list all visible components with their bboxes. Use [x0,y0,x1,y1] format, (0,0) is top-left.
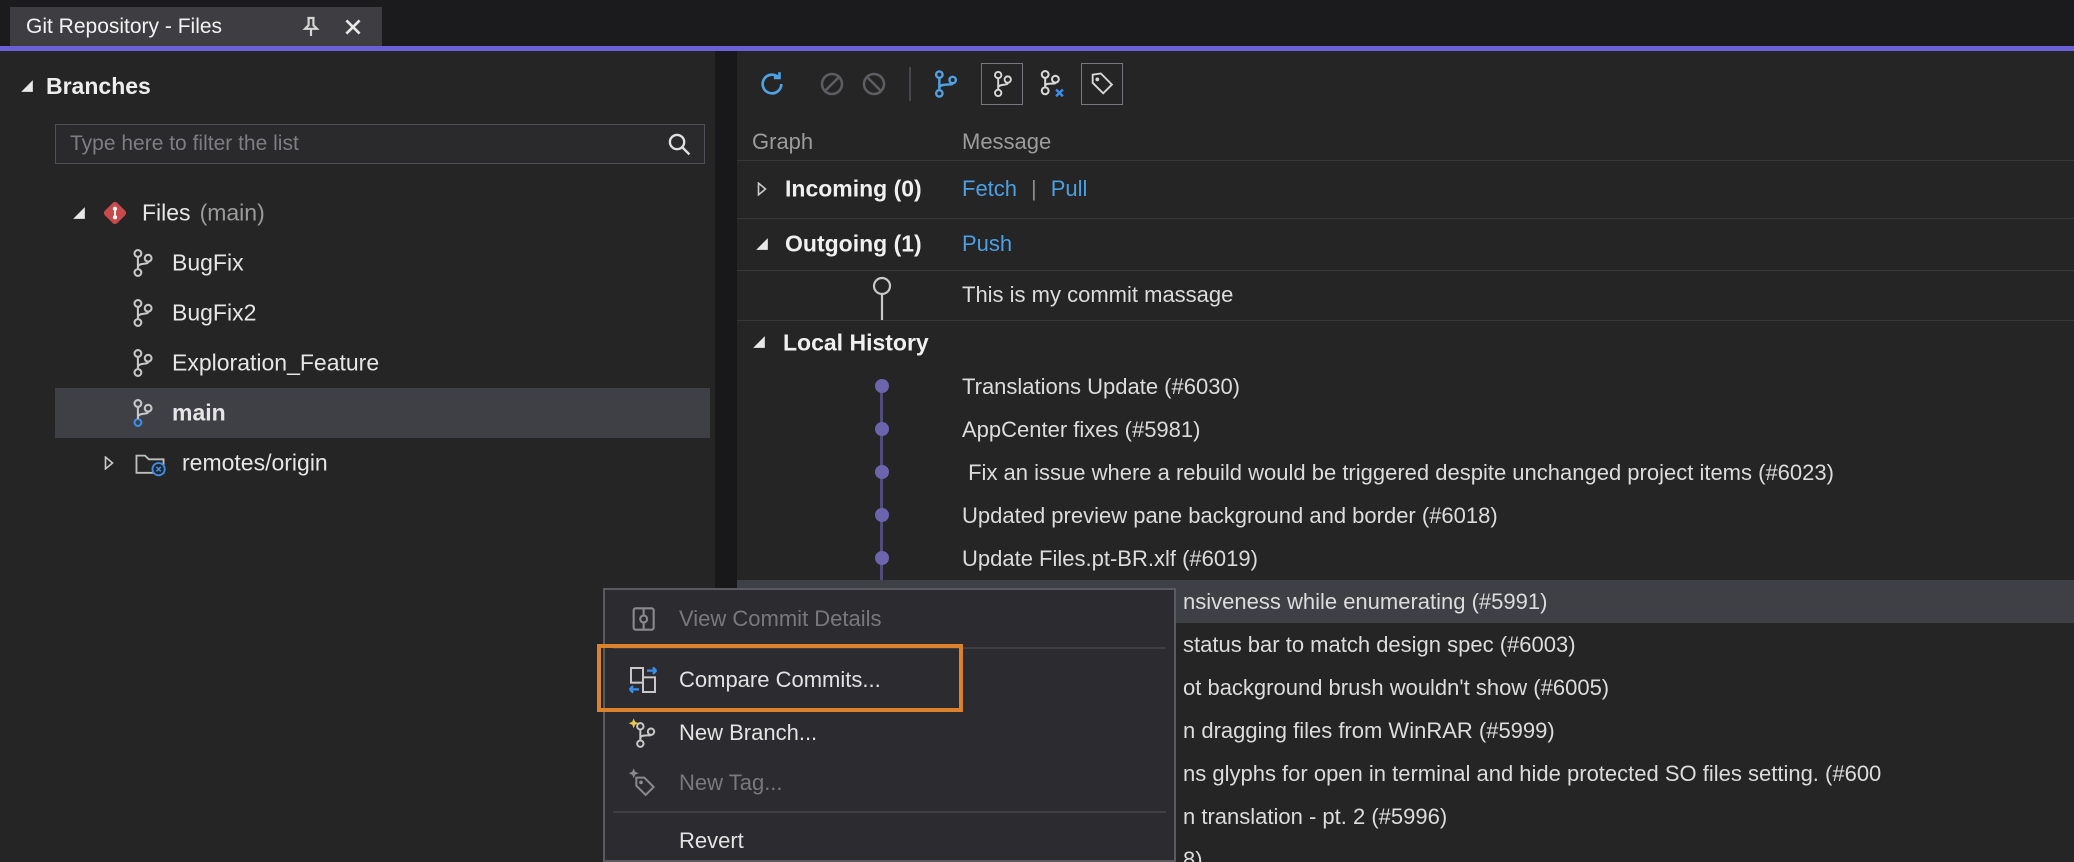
commit-row[interactable]: AppCenter fixes (#5981) [737,408,2074,451]
tree-item-branch-bugfix[interactable]: BugFix [0,238,715,288]
branch-label: Exploration_Feature [172,349,380,376]
tree-item-branch-bugfix2[interactable]: BugFix2 [0,288,715,338]
branch-icon [130,298,154,328]
history-toolbar [751,57,1123,111]
repository-icon [100,198,130,228]
local-history-section-row[interactable]: Local History [737,320,2074,365]
pin-icon[interactable] [298,14,324,40]
refresh-button[interactable] [751,63,793,105]
outgoing-section-row[interactable]: Outgoing (1) Push [737,218,2074,270]
commit-message-partial: nsiveness while enumerating (#5991) [1183,588,1548,614]
hide-remote-branches-toggle[interactable] [1031,63,1073,105]
new-branch-icon [625,716,661,750]
incoming-actions: Fetch | Pull [962,176,1087,202]
local-history-collapse-icon[interactable] [752,335,766,349]
repo-current-branch: (main) [199,199,265,226]
tree-item-remotes-origin[interactable]: remotes/origin [0,438,715,488]
menu-item-new-branch[interactable]: New Branch... [605,708,1174,758]
menu-item-label: Revert [679,828,744,853]
remotes-label: remotes/origin [182,449,328,476]
revert-icon [625,824,661,858]
menu-item-new-tag[interactable]: New Tag... [605,758,1174,808]
branch-filter-box[interactable] [55,124,705,164]
menu-item-label: View Commit Details [679,606,882,631]
tree-item-branch-main[interactable]: main [0,388,715,438]
new-tag-icon [625,766,661,800]
branch-label: BugFix2 [172,299,257,326]
view-graph-button[interactable] [925,63,967,105]
column-header-message[interactable]: Message [962,129,1051,155]
repo-label: Files (main) [142,200,265,227]
repo-name: Files [142,199,191,226]
commit-message: AppCenter fixes (#5981) [962,416,1201,442]
incoming-label: Incoming (0) [785,175,922,202]
branch-filter-input[interactable] [56,132,666,156]
outgoing-commit-row[interactable]: This is my commit massage [737,270,2074,320]
menu-item-view-commit-details[interactable]: View Commit Details [605,594,1174,644]
column-header-graph[interactable]: Graph [752,129,813,155]
branch-label: main [172,399,226,426]
commit-details-icon [625,602,661,636]
commit-message: Translations Update (#6030) [962,373,1241,399]
commit-message-partial: n translation - pt. 2 (#5996) [1183,803,1448,829]
search-icon [666,131,692,157]
commit-row[interactable]: Translations Update (#6030) [737,365,2074,408]
push-link[interactable]: Push [962,231,1012,257]
commit-message: Updated preview pane background and bord… [962,502,1498,528]
tree-item-repo[interactable]: Files (main) [0,188,715,238]
branches-section-title: Branches [46,73,151,99]
outgoing-collapse-icon[interactable] [755,237,769,251]
commit-row[interactable]: Fix an issue where a rebuild would be tr… [737,451,2074,494]
tab-title: Git Repository - Files [26,14,223,38]
commit-message-partial: 8) [1183,846,1203,862]
commit-message-partial: ot background brush wouldn't show (#6005… [1183,674,1610,700]
compare-commits-annotation [597,644,963,712]
menu-item-label: New Tag... [679,770,783,795]
branches-collapse-icon[interactable] [20,79,34,93]
tree-item-branch-exploration-feature[interactable]: Exploration_Feature [0,338,715,388]
local-history-label: Local History [783,329,929,355]
pull-button[interactable] [853,63,895,105]
tool-window-tab[interactable]: Git Repository - Files [10,7,382,46]
close-icon[interactable] [340,14,366,40]
link-separator: | [1031,176,1037,201]
repo-collapse-icon[interactable] [72,206,86,220]
commit-message: Update Files.pt-BR.xlf (#6019) [962,545,1258,571]
remotes-expand-icon[interactable] [102,455,116,471]
commit-row[interactable]: Updated preview pane background and bord… [737,494,2074,537]
menu-separator [613,811,1166,813]
incoming-section-row[interactable]: Incoming (0) Fetch | Pull [737,160,2074,218]
branch-label: BugFix [172,249,244,276]
remote-folder-icon [134,449,166,477]
context-menu: View Commit Details Compare Commits... N… [603,588,1176,862]
commit-message-partial: status bar to match design spec (#6003) [1183,631,1576,657]
commit-message-partial: ns glyphs for open in terminal and hide … [1183,760,1882,786]
outgoing-commit-message: This is my commit massage [962,282,1234,307]
outgoing-actions: Push [962,231,1012,257]
fetch-button[interactable] [811,63,853,105]
commit-row[interactable]: Update Files.pt-BR.xlf (#6019) [737,537,2074,580]
menu-item-label: New Branch... [679,720,818,745]
commit-message-partial: n dragging files from WinRAR (#5999) [1183,717,1555,743]
current-branch-icon [130,398,154,428]
show-branches-toggle[interactable] [981,63,1023,105]
branch-icon [130,248,154,278]
branch-icon [130,348,154,378]
fetch-link[interactable]: Fetch [962,176,1017,202]
menu-item-revert[interactable]: Revert [605,816,1174,860]
toolbar-separator [909,67,911,101]
git-repository-window: Git Repository - Files Branches Type her… [0,0,2074,862]
outgoing-label: Outgoing (1) [785,230,922,257]
show-tags-toggle[interactable] [1081,63,1123,105]
commit-message: Fix an issue where a rebuild would be tr… [962,459,1834,485]
pull-link[interactable]: Pull [1051,176,1088,202]
incoming-expand-icon[interactable] [755,181,769,197]
